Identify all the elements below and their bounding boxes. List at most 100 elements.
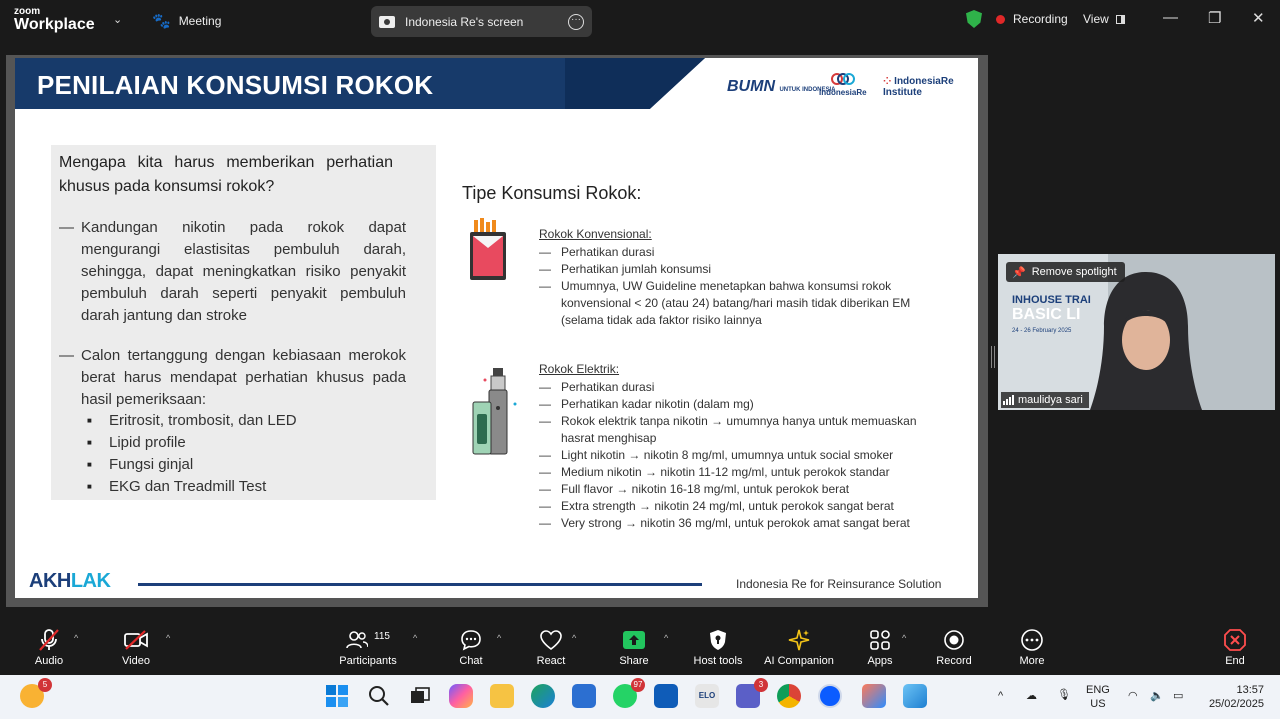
minimize-icon[interactable]: — xyxy=(1163,9,1178,26)
start-icon[interactable] xyxy=(325,684,349,708)
konvensional-item-text: Umumnya, UW Guideline menetapkan bahwa k… xyxy=(561,279,911,327)
record-icon xyxy=(944,630,964,650)
react-button[interactable]: React xyxy=(532,627,570,667)
konvensional-item-text: Perhatikan durasi xyxy=(561,245,655,259)
photos-icon[interactable] xyxy=(903,684,927,708)
meeting-label: Meeting xyxy=(178,14,222,28)
wifi-icon[interactable]: ◠ xyxy=(1128,689,1138,703)
indonesia-re-rings-icon xyxy=(830,73,855,85)
view-button[interactable]: View xyxy=(1083,12,1126,26)
record-button[interactable]: Record xyxy=(934,627,974,667)
audio-button[interactable]: Audio xyxy=(30,627,68,667)
react-label: React xyxy=(536,655,566,667)
video-options-caret[interactable]: ^ xyxy=(166,633,170,643)
video-button[interactable]: Video xyxy=(116,627,156,667)
screen-share-indicator[interactable]: Indonesia Re's screen ··· xyxy=(371,6,592,37)
file-explorer-icon[interactable] xyxy=(490,684,514,708)
record-label: Record xyxy=(936,655,972,667)
snipping-tool-icon[interactable] xyxy=(862,684,886,708)
end-call-icon xyxy=(1224,629,1246,651)
ai-companion-button[interactable]: AI Companion xyxy=(762,627,836,667)
react-options-caret[interactable]: ^ xyxy=(572,633,576,643)
participants-button[interactable]: 115 Participants xyxy=(336,627,400,668)
share-options-caret[interactable]: ^ xyxy=(664,633,668,643)
view-label: View xyxy=(1083,12,1109,26)
restore-icon[interactable]: ❐ xyxy=(1208,9,1221,27)
zoom-window: zoom Workplace ⌄ 🐾 Meeting Indonesia Re'… xyxy=(0,0,1280,719)
bumn-logo-text: BUMN xyxy=(727,78,775,95)
title-bar-stripe xyxy=(565,58,705,109)
teams-icon[interactable]: 3 xyxy=(736,678,768,708)
cloud-off-icon[interactable]: ☁ xyxy=(1026,689,1037,703)
title-bar: zoom Workplace ⌄ 🐾 Meeting Indonesia Re'… xyxy=(0,0,1280,42)
outlook-icon[interactable] xyxy=(654,684,678,708)
share-title: Indonesia Re's screen xyxy=(405,14,524,29)
apps-icon xyxy=(870,630,890,650)
end-meeting-button[interactable]: End xyxy=(1220,627,1250,667)
task-view-icon[interactable] xyxy=(408,684,432,708)
host-tools-button[interactable]: Host tools xyxy=(690,627,746,667)
elo-label: ELO xyxy=(698,691,716,700)
tray-overflow-caret[interactable]: ^ xyxy=(998,689,1003,703)
close-icon[interactable]: ✕ xyxy=(1252,9,1265,27)
participants-options-caret[interactable]: ^ xyxy=(413,633,417,643)
mic-tray-icon[interactable]: 🎙 xyxy=(1057,688,1071,702)
shared-screen: PENILAIAN KONSUMSI ROKOK BUMN UNTUK INDO… xyxy=(6,55,988,607)
sub-bullet: Lipid profile xyxy=(87,432,186,454)
paw-icon: 🐾 xyxy=(152,13,171,30)
elo-app-icon[interactable]: ELO xyxy=(695,684,719,708)
volume-icon[interactable]: 🔈 xyxy=(1150,689,1164,703)
copilot-icon[interactable] xyxy=(449,684,473,708)
clock-time: 13:57 xyxy=(1236,684,1264,696)
meeting-controls: Audio ^ Video ^ 115 Participants ^ Chat … xyxy=(0,619,1280,675)
lang-line2: US xyxy=(1090,698,1106,710)
spotlight-video-tile[interactable]: INHOUSE TRAI BASIC LI 24 - 26 February 2… xyxy=(998,254,1275,410)
search-icon[interactable] xyxy=(367,684,391,708)
view-layout-icon xyxy=(1116,15,1126,24)
chevron-down-icon[interactable]: ⌄ xyxy=(113,13,122,26)
elektrik-item-text: Light nikotin → nikotin 8 mg/ml, umumnya… xyxy=(561,448,894,462)
camera-off-icon xyxy=(124,630,148,650)
participants-label: Participants xyxy=(339,655,397,667)
zoom-app-icon[interactable] xyxy=(818,684,842,708)
chat-button[interactable]: Chat xyxy=(454,627,488,667)
elektrik-item-text: Perhatikan durasi xyxy=(561,380,655,394)
apps-options-caret[interactable]: ^ xyxy=(902,633,906,643)
recording-dot-icon xyxy=(996,14,1005,24)
remove-spotlight-button[interactable]: 📌 Remove spotlight xyxy=(1006,262,1125,282)
clock[interactable]: 13:57 25/02/2025 xyxy=(1204,683,1264,711)
elektrik-item-text: Full flavor → nikotin 16-18 mg/ml, untuk… xyxy=(561,482,850,496)
chat-options-caret[interactable]: ^ xyxy=(497,633,501,643)
apps-button[interactable]: Apps xyxy=(864,627,896,667)
language-indicator[interactable]: ENG US xyxy=(1086,683,1110,711)
more-label: More xyxy=(1019,655,1045,667)
footer-divider xyxy=(138,583,702,586)
video-banner-small: INHOUSE TRAI xyxy=(1012,294,1091,306)
zoom-brand[interactable]: zoom Workplace xyxy=(14,7,95,33)
meeting-menu[interactable]: 🐾 Meeting xyxy=(152,12,221,30)
recording-indicator[interactable]: Recording xyxy=(966,10,1068,28)
participant-name: maulidya sari xyxy=(1018,394,1083,406)
iri-dots-icon: ⁘ xyxy=(883,76,892,87)
more-options-icon[interactable]: ··· xyxy=(568,13,584,30)
cigarette-pack-icon xyxy=(470,218,506,280)
host-tools-label: Host tools xyxy=(693,655,743,667)
chrome-icon[interactable] xyxy=(777,684,801,708)
split-resize-handle[interactable] xyxy=(991,346,995,368)
shield-icon xyxy=(710,630,726,650)
edge-icon[interactable] xyxy=(531,684,555,708)
whatsapp-badge: 97 xyxy=(631,678,645,692)
sub-bullet: Fungsi ginjal xyxy=(87,454,193,476)
elektrik-item-text: Very strong → nikotin 36 mg/ml, untuk pe… xyxy=(561,516,910,530)
more-button[interactable]: More xyxy=(1014,627,1050,667)
sub-bullet: EKG dan Treadmill Test xyxy=(87,476,266,498)
audio-options-caret[interactable]: ^ xyxy=(74,633,78,643)
battery-icon[interactable]: ▭ xyxy=(1173,689,1183,703)
store-icon[interactable] xyxy=(572,684,596,708)
encryption-shield-icon xyxy=(966,10,982,28)
weather-widget-icon[interactable]: 5 xyxy=(20,678,52,708)
whatsapp-icon[interactable]: 97 xyxy=(613,678,645,708)
left-bullet-2-text: Calon tertanggung dengan kebiasaan merok… xyxy=(81,347,406,408)
footer-tagline: Indonesia Re for Reinsurance Solution xyxy=(736,577,942,591)
share-button[interactable]: Share xyxy=(616,627,652,667)
